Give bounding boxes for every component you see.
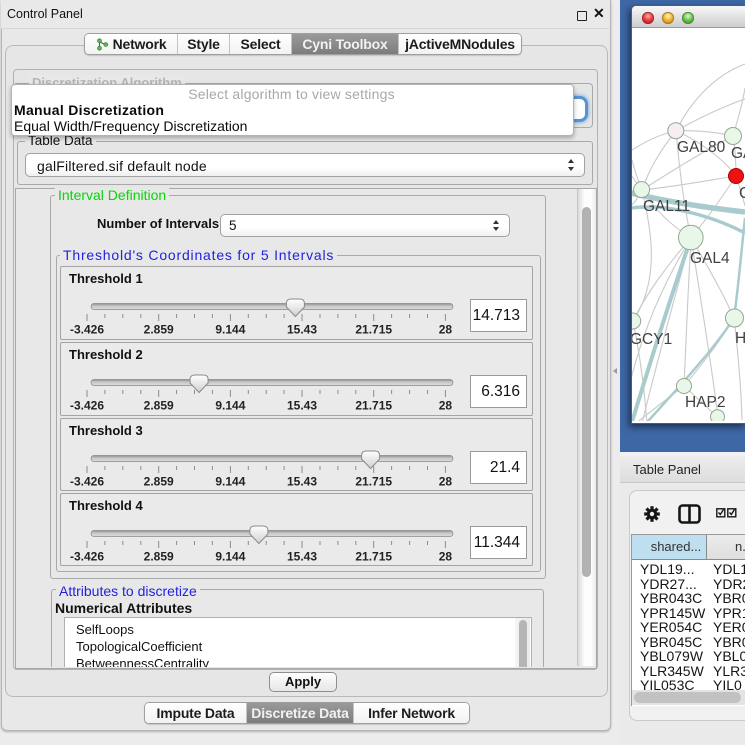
svg-text:GAL11: GAL11 <box>643 198 690 215</box>
svg-text:28: 28 <box>439 475 453 489</box>
svg-text:15.43: 15.43 <box>287 475 317 489</box>
svg-text:9.144: 9.144 <box>215 323 245 337</box>
svg-text:28: 28 <box>439 323 453 337</box>
svg-text:2.859: 2.859 <box>144 323 174 337</box>
svg-text:21.715: 21.715 <box>355 475 392 489</box>
svg-text:-3.426: -3.426 <box>70 550 104 564</box>
svg-text:9.144: 9.144 <box>215 550 245 564</box>
svg-text:C: C <box>739 185 745 202</box>
svg-text:21.715: 21.715 <box>355 399 392 413</box>
svg-text:15.43: 15.43 <box>287 399 317 413</box>
svg-text:HA: HA <box>735 330 745 347</box>
svg-text:21.715: 21.715 <box>355 550 392 564</box>
svg-text:21.715: 21.715 <box>355 323 392 337</box>
svg-text:-3.426: -3.426 <box>70 399 104 413</box>
svg-text:2.859: 2.859 <box>144 550 174 564</box>
svg-text:15.43: 15.43 <box>287 323 317 337</box>
svg-text:15.43: 15.43 <box>287 550 317 564</box>
svg-text:9.144: 9.144 <box>215 475 245 489</box>
svg-text:2.859: 2.859 <box>144 399 174 413</box>
svg-text:HAP2: HAP2 <box>685 394 726 411</box>
svg-text:GAL4: GAL4 <box>690 250 730 267</box>
svg-text:GCY1: GCY1 <box>632 331 672 348</box>
svg-text:-3.426: -3.426 <box>70 323 104 337</box>
svg-text:-3.426: -3.426 <box>70 475 104 489</box>
svg-text:28: 28 <box>439 399 453 413</box>
svg-text:GAL3: GAL3 <box>731 145 745 162</box>
svg-text:2.859: 2.859 <box>144 475 174 489</box>
svg-text:9.144: 9.144 <box>215 399 245 413</box>
svg-text:28: 28 <box>439 550 453 564</box>
svg-text:GAL80: GAL80 <box>677 139 726 156</box>
